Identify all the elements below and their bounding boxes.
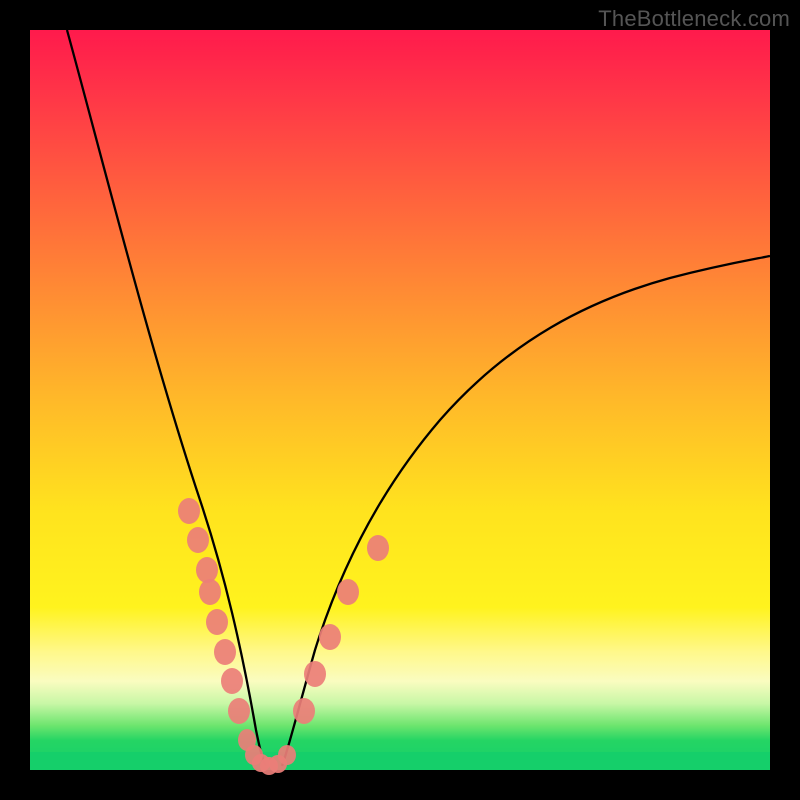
dots-right-branch [293,535,389,724]
curves-svg [30,30,770,770]
watermark-text: TheBottleneck.com [598,6,790,32]
dots-left-branch [178,498,250,724]
right-curve [282,256,770,766]
left-curve [67,30,266,766]
plot-area [30,30,770,770]
dots-trough [238,729,296,775]
chart-canvas: TheBottleneck.com [0,0,800,800]
